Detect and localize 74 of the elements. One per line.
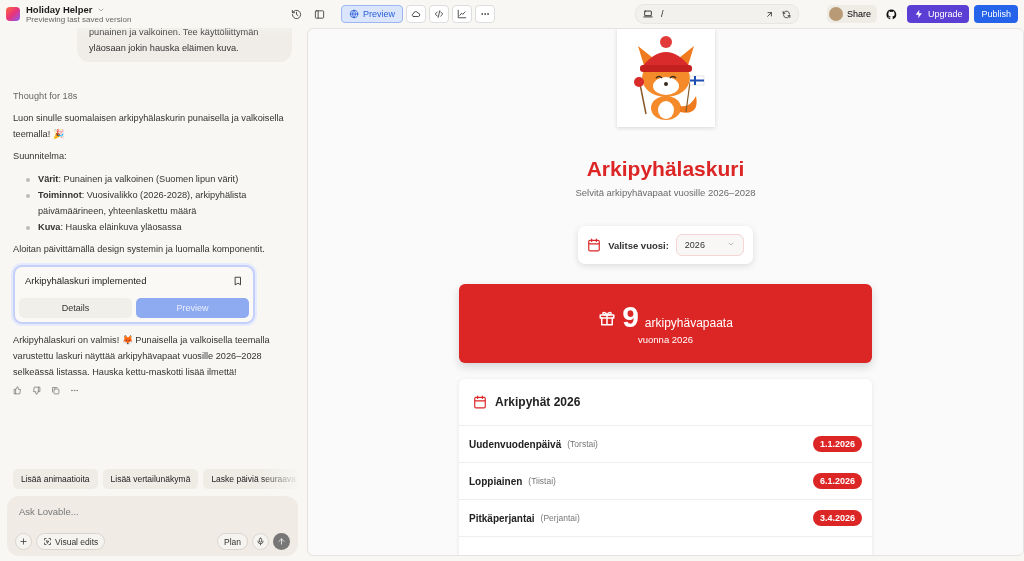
year-label: Valitse vuosi:: [608, 239, 669, 251]
chat-input[interactable]: Ask Lovable...: [15, 506, 290, 517]
cloud-button[interactable]: [406, 5, 426, 23]
external-link-icon: [765, 9, 774, 19]
suggestion-chip[interactable]: Lisää vertailunäkymä: [102, 469, 199, 489]
add-button[interactable]: [15, 533, 32, 550]
code-icon: [434, 9, 444, 19]
history-icon: [290, 8, 302, 20]
calendar-icon: [473, 395, 487, 409]
plan-item: Värit: Punainen ja valkoinen (Suomen lipun värit): [38, 172, 239, 186]
suggestion-chip[interactable]: Lisää animaatioita: [13, 469, 98, 489]
holiday-date: 6.1.2026: [812, 473, 862, 489]
send-button[interactable]: [273, 533, 290, 550]
avatar: [828, 7, 843, 21]
url-bar[interactable]: /: [635, 4, 799, 24]
version-title: Arkipyhälaskuri implemented: [25, 274, 147, 289]
share-button[interactable]: Share: [826, 5, 877, 23]
publish-button[interactable]: Publish: [974, 5, 1018, 23]
visual-edits-button[interactable]: Visual edits: [36, 533, 106, 550]
thought-duration[interactable]: Thought for 18s: [13, 88, 292, 105]
holiday-name: Uudenvuodenpäivä: [469, 438, 562, 450]
holiday-count-label: arkipyhävapaata: [644, 316, 733, 330]
holiday-weekday: (Tiistai): [528, 476, 556, 486]
holiday-date: 1.1.2026: [812, 436, 862, 452]
preview-tab[interactable]: Preview: [341, 5, 403, 23]
more-button[interactable]: [475, 5, 495, 23]
holiday-year: vuonna 2026: [638, 334, 693, 345]
panel-icon: [313, 8, 325, 20]
assistant-message: Arkipyhälaskuri on valmis! 🦊 Punaisella ja valkoisella teemalla varustettu laskuri näyttää arkipyhävapaat vuosille 2026–2028 selkeässä listassa. Hauska kettu-maskotti lisää ilmettä!: [13, 333, 271, 379]
page-title: Arkipyhälaskuri: [586, 157, 745, 181]
app-logo[interactable]: [6, 7, 20, 21]
details-button[interactable]: Details: [19, 297, 132, 318]
holiday-date: 3.4.2026: [812, 510, 862, 526]
page-subtitle: Selvitä arkipyhävapaat vuosille 2026–2028: [575, 187, 756, 198]
project-title[interactable]: Holiday Helper: [26, 4, 93, 15]
bookmark-icon: [233, 276, 243, 287]
holiday-name: Loppiainen: [469, 475, 523, 487]
select-icon: [43, 537, 52, 546]
globe-icon: [349, 9, 359, 19]
thumbs-up-icon: [13, 385, 22, 395]
assistant-message: Aloitan päivittämällä design systemin ja luomalla komponentit.: [13, 242, 266, 256]
code-button[interactable]: [429, 5, 449, 23]
year-dropdown[interactable]: 2026: [675, 234, 744, 256]
copy-icon: [51, 385, 60, 395]
plan-item: Toiminnot: Vuosivalikko (2026-2028), arkipyhälista päivämäärineen, yhteenlaskettu määrä: [38, 188, 248, 218]
chart-icon: [457, 9, 467, 19]
arrow-up-icon: [277, 537, 286, 546]
calendar-icon: [587, 238, 602, 252]
chevron-down-icon: [726, 240, 735, 248]
plan-heading: Suunnitelma:: [13, 150, 68, 164]
holiday-name: Pitkäperjantai: [469, 512, 535, 524]
version-status: Previewing last saved version: [26, 15, 132, 24]
thumbs-down-icon: [32, 385, 41, 395]
analytics-button[interactable]: [452, 5, 472, 23]
lightning-icon: [913, 9, 924, 19]
laptop-icon: [643, 9, 653, 19]
bullet-icon: [26, 193, 30, 198]
microphone-button[interactable]: [252, 533, 269, 550]
refresh-icon: [782, 9, 791, 19]
holiday-weekday: (Perjantai): [540, 513, 580, 523]
gift-icon: [598, 309, 617, 327]
bullet-icon: [26, 177, 30, 182]
holiday-weekday: (Torstai): [567, 439, 598, 449]
microphone-icon: [256, 537, 265, 546]
plus-icon: [19, 537, 28, 546]
assistant-message: Luon sinulle suomalaisen arkipyhälaskurin punaisella ja valkoisella teemalla! 🎉: [13, 112, 285, 142]
list-title: Arkipyhät 2026: [495, 395, 581, 409]
holiday-count: 9: [622, 302, 639, 332]
bullet-icon: [26, 225, 30, 230]
plan-button[interactable]: Plan: [217, 533, 248, 550]
user-message: punainen ja valkoinen. Tee käyttöliittymän yläosaan jokin hauska eläimen kuva.: [77, 28, 292, 63]
cloud-icon: [411, 9, 421, 19]
upgrade-button[interactable]: Upgrade: [906, 5, 970, 23]
plan-item: Kuva: Hauska eläinkuva yläosassa: [38, 220, 182, 234]
